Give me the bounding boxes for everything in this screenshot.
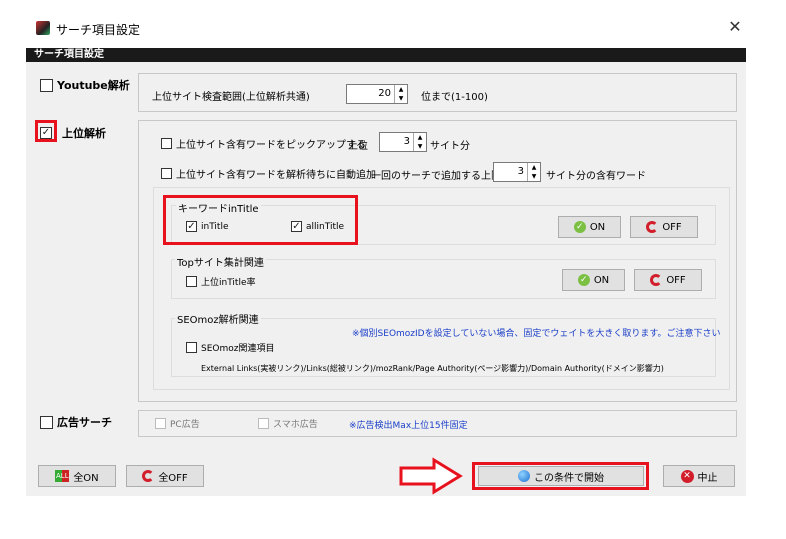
seo-checkbox[interactable] bbox=[186, 342, 197, 353]
top-group-title: Topサイト集計関連 bbox=[175, 254, 266, 269]
seo-item-label: SEOmoz関連項目 bbox=[201, 344, 275, 354]
keyword-off-button[interactable]: OFF bbox=[630, 216, 698, 238]
keyword-on-button[interactable]: ✓ ON bbox=[558, 216, 621, 238]
seo-option[interactable]: SEOmoz関連項目 bbox=[186, 341, 274, 354]
all-off-button[interactable]: 全OFF bbox=[126, 465, 204, 487]
spin-up-icon[interactable]: ▲ bbox=[528, 163, 540, 172]
pickup-suffix: サイト分 bbox=[430, 141, 470, 152]
cancel-label: 中止 bbox=[697, 472, 718, 484]
auto-add-value[interactable]: 3 bbox=[494, 163, 527, 181]
spin-down-icon[interactable]: ▼ bbox=[414, 142, 426, 151]
power-off-icon bbox=[646, 221, 659, 233]
keyword-on-label: ON bbox=[589, 221, 606, 233]
pickup-stepper[interactable]: 3 ▲ ▼ bbox=[379, 132, 427, 152]
pickup-checkbox[interactable] bbox=[161, 138, 172, 149]
seo-group-title: SEOmoz解析関連 bbox=[175, 311, 261, 326]
intitle-option[interactable]: inTitle bbox=[186, 221, 229, 232]
auto-add-option[interactable]: 上位サイト含有ワードを解析待ちに自動追加 bbox=[161, 166, 376, 181]
upper-toggle[interactable]: 上位解析 bbox=[40, 125, 106, 141]
power-off-icon bbox=[650, 274, 663, 286]
intitle-label: inTitle bbox=[201, 221, 229, 232]
spin-down-icon[interactable]: ▼ bbox=[395, 94, 407, 103]
top-off-label: OFF bbox=[666, 274, 686, 286]
youtube-label: Youtube解析 bbox=[57, 79, 130, 92]
top-on-label: ON bbox=[593, 274, 610, 286]
all-toggle-icon: ALL bbox=[55, 470, 70, 482]
all-on-label: 全ON bbox=[73, 472, 99, 484]
allintitle-checkbox[interactable] bbox=[291, 221, 302, 232]
auto-add-checkbox[interactable] bbox=[161, 168, 172, 179]
upper-checkbox[interactable] bbox=[40, 127, 52, 139]
all-on-button[interactable]: ALL 全ON bbox=[38, 465, 116, 487]
cancel-icon: ✕ bbox=[680, 469, 694, 483]
range-suffix: 位まで(1-100) bbox=[421, 92, 488, 103]
keyword-highlight bbox=[163, 195, 358, 245]
top-intitle-checkbox[interactable] bbox=[186, 276, 197, 287]
spin-up-icon[interactable]: ▲ bbox=[395, 85, 407, 94]
pc-ad-option[interactable]: PC広告 bbox=[155, 417, 200, 430]
pickup-value[interactable]: 3 bbox=[380, 133, 413, 151]
youtube-checkbox[interactable] bbox=[40, 78, 53, 92]
allintitle-label: allinTitle bbox=[306, 221, 345, 232]
pickup-option[interactable]: 上位サイト含有ワードをピックアップする bbox=[161, 136, 366, 151]
sp-ad-option[interactable]: スマホ広告 bbox=[258, 417, 318, 430]
sp-ad-checkbox[interactable] bbox=[258, 418, 269, 429]
top-intitle-label: 上位inTitle率 bbox=[201, 278, 256, 288]
close-icon[interactable]: ✕ bbox=[726, 18, 744, 36]
intitle-checkbox[interactable] bbox=[186, 221, 197, 232]
top-on-button[interactable]: ✓ ON bbox=[562, 269, 625, 291]
seo-description: External Links(実被リンク)/Links(総被リンク)/mozRa… bbox=[201, 364, 664, 373]
auto-add-label: 上位サイト含有ワードを解析待ちに自動追加 bbox=[176, 170, 376, 181]
auto-add-mid: 一回のサーチで追加する上限 bbox=[371, 171, 501, 182]
cancel-button[interactable]: ✕ 中止 bbox=[663, 465, 735, 487]
keyword-off-label: OFF bbox=[662, 221, 682, 233]
pickup-prefix: 上位 bbox=[348, 141, 368, 152]
window-title: サーチ項目設定 bbox=[56, 23, 141, 37]
all-off-label: 全OFF bbox=[158, 472, 188, 484]
youtube-toggle[interactable]: Youtube解析 bbox=[40, 77, 130, 93]
section-header-label: サーチ項目設定 bbox=[34, 49, 104, 60]
ads-checkbox[interactable] bbox=[40, 415, 53, 429]
spin-down-icon[interactable]: ▼ bbox=[528, 172, 540, 181]
upper-label: 上位解析 bbox=[62, 127, 106, 140]
section-header: サーチ項目設定 bbox=[26, 48, 746, 62]
globe-icon bbox=[518, 470, 530, 482]
sp-ad-label: スマホ広告 bbox=[273, 420, 318, 430]
ads-label: 広告サーチ bbox=[57, 416, 112, 429]
seo-note: ※個別SEOmozIDを設定していない場合、固定でウェイトを大きく取ります。ご注… bbox=[352, 329, 721, 339]
range-value[interactable]: 20 bbox=[347, 85, 394, 103]
auto-add-suffix: サイト分の含有ワード bbox=[546, 171, 646, 182]
top-off-button[interactable]: OFF bbox=[634, 269, 702, 291]
ads-toggle[interactable]: 広告サーチ bbox=[40, 414, 112, 430]
start-label: この条件で開始 bbox=[534, 472, 604, 484]
check-circle-icon: ✓ bbox=[577, 274, 590, 286]
start-button[interactable]: この条件で開始 bbox=[478, 466, 644, 486]
pickup-label: 上位サイト含有ワードをピックアップする bbox=[176, 140, 366, 151]
arrow-right-icon bbox=[399, 457, 463, 495]
spin-up-icon[interactable]: ▲ bbox=[414, 133, 426, 142]
pc-ad-checkbox[interactable] bbox=[155, 418, 166, 429]
power-off-icon bbox=[142, 470, 155, 482]
range-label: 上位サイト検査範囲(上位解析共通) bbox=[152, 92, 310, 103]
app-icon bbox=[36, 21, 50, 35]
auto-add-stepper[interactable]: 3 ▲ ▼ bbox=[493, 162, 541, 182]
ads-note: ※広告検出Max上位15件固定 bbox=[349, 421, 468, 431]
top-intitle-option[interactable]: 上位inTitle率 bbox=[186, 275, 256, 288]
allintitle-option[interactable]: allinTitle bbox=[291, 221, 344, 232]
pc-ad-label: PC広告 bbox=[170, 420, 200, 430]
check-circle-icon: ✓ bbox=[573, 221, 586, 233]
range-stepper[interactable]: 20 ▲ ▼ bbox=[346, 84, 408, 104]
